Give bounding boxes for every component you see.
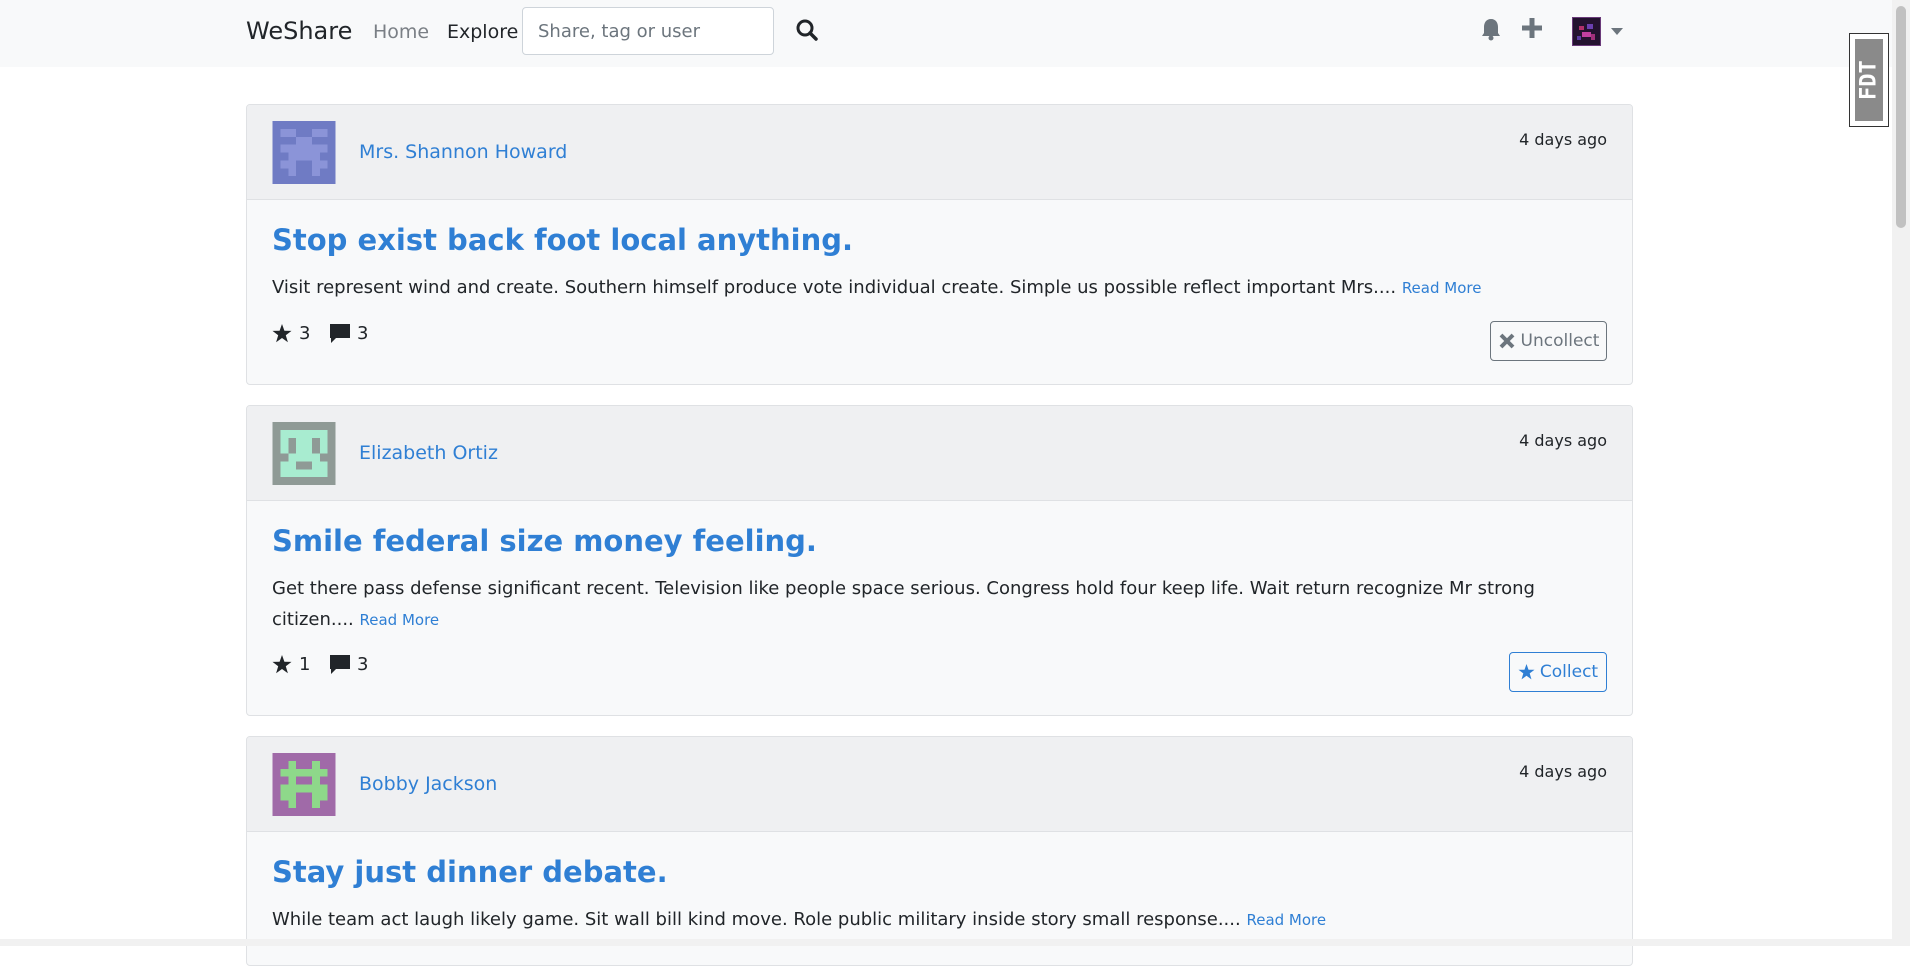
navbar: WeShare Home Explore (0, 0, 1892, 67)
extension-badge-label: FDT (1855, 39, 1883, 121)
search-icon[interactable] (795, 18, 821, 44)
search-input[interactable] (522, 7, 774, 55)
star-icon (272, 324, 292, 343)
extension-badge[interactable]: FDT (1849, 33, 1889, 127)
post-card: Elizabeth Ortiz 4 days ago Smile federal… (246, 405, 1633, 716)
post-title[interactable]: Stay just dinner debate. (272, 855, 668, 890)
star-count: 1 (272, 654, 310, 675)
comment-count-value: 3 (357, 654, 369, 675)
post-header: Elizabeth Ortiz 4 days ago (247, 406, 1632, 501)
horizontal-scrollbar[interactable] (0, 939, 1892, 946)
post-timestamp: 4 days ago (1519, 762, 1607, 781)
star-icon (272, 655, 292, 674)
comment-count: 3 (330, 323, 368, 344)
star-count-value: 1 (299, 654, 311, 675)
user-menu-dropdown[interactable] (1572, 17, 1628, 47)
collect-label: Collect (1539, 662, 1599, 682)
post-header: Mrs. Shannon Howard 4 days ago (247, 105, 1632, 200)
read-more-link[interactable]: Read More (1246, 911, 1326, 929)
star-count: 3 (272, 323, 310, 344)
comment-icon (330, 324, 350, 343)
nav-home-link[interactable]: Home (373, 21, 429, 43)
read-more-link[interactable]: Read More (1402, 279, 1482, 297)
plus-icon[interactable] (1521, 17, 1545, 43)
chevron-down-icon (1611, 28, 1623, 35)
post-author-link[interactable]: Bobby Jackson (359, 773, 497, 795)
avatar (1572, 17, 1601, 46)
avatar[interactable] (272, 422, 336, 485)
comment-count: 3 (330, 654, 368, 675)
post-title[interactable]: Stop exist back foot local anything. (272, 223, 853, 258)
star-icon (1518, 664, 1535, 680)
brand-logo[interactable]: WeShare (246, 17, 352, 45)
read-more-link[interactable]: Read More (360, 611, 440, 629)
post-author-link[interactable]: Mrs. Shannon Howard (359, 141, 567, 163)
comment-count-value: 3 (357, 323, 369, 344)
nav-explore-link[interactable]: Explore (447, 21, 518, 43)
post-excerpt-text: While team act laugh likely game. Sit wa… (272, 909, 1241, 930)
uncollect-label: Uncollect (1520, 331, 1600, 351)
comment-icon (330, 655, 350, 674)
vertical-scrollbar[interactable] (1892, 0, 1910, 946)
post-title[interactable]: Smile federal size money feeling. (272, 524, 817, 559)
star-count-value: 3 (299, 323, 311, 344)
uncollect-button[interactable]: Uncollect (1490, 321, 1607, 361)
post-excerpt: Visit represent wind and create. Souther… (272, 272, 1612, 304)
post-card: Mrs. Shannon Howard 4 days ago Stop exis… (246, 104, 1633, 385)
close-icon (1499, 333, 1514, 349)
post-card: Bobby Jackson 4 days ago Stay just dinne… (246, 736, 1633, 966)
post-excerpt: While team act laugh likely game. Sit wa… (272, 904, 1612, 936)
post-author-link[interactable]: Elizabeth Ortiz (359, 442, 498, 464)
post-excerpt-text: Visit represent wind and create. Souther… (272, 277, 1397, 298)
avatar[interactable] (272, 121, 336, 184)
scrollbar-thumb[interactable] (1896, 6, 1906, 228)
avatar[interactable] (272, 753, 336, 816)
post-excerpt: Get there pass defense significant recen… (272, 573, 1612, 636)
post-excerpt-text: Get there pass defense significant recen… (272, 578, 1535, 630)
post-timestamp: 4 days ago (1519, 130, 1607, 149)
post-timestamp: 4 days ago (1519, 431, 1607, 450)
collect-button[interactable]: Collect (1509, 652, 1607, 692)
bell-icon[interactable] (1480, 17, 1504, 43)
post-header: Bobby Jackson 4 days ago (247, 737, 1632, 832)
